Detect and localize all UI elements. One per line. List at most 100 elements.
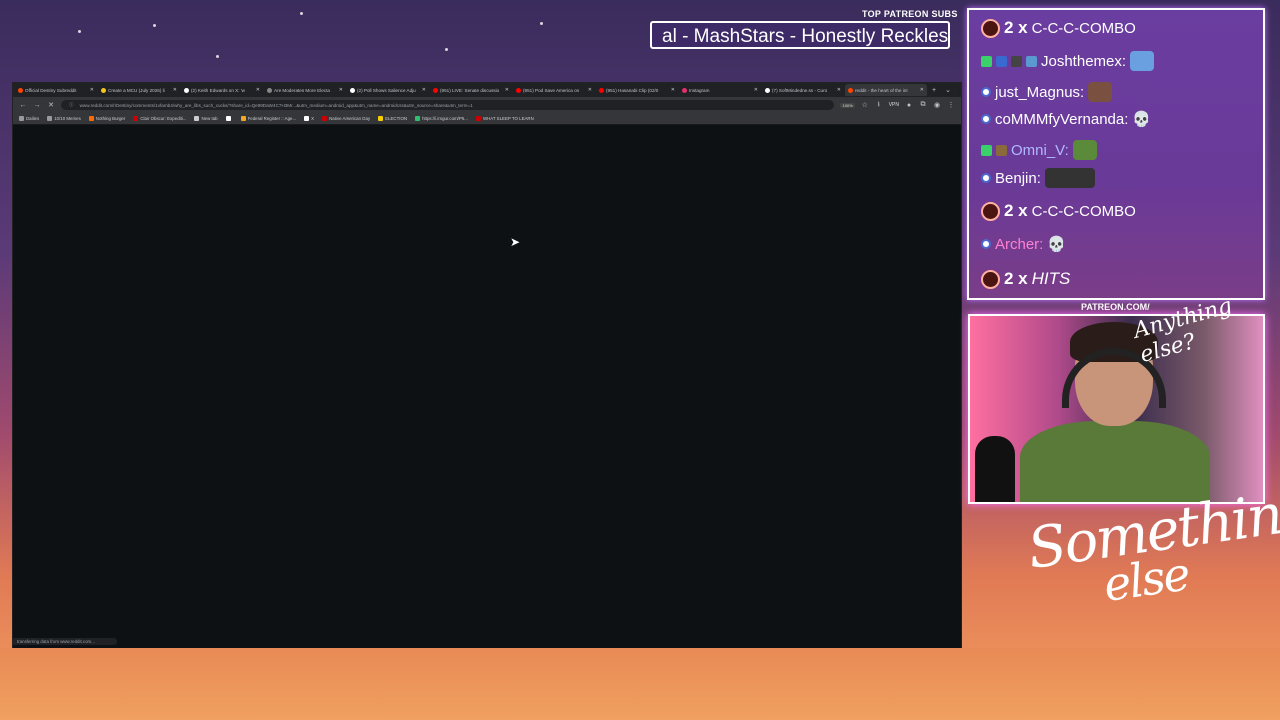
browser-tab[interactable]: (2) Poll Shows Salience Adju ✕	[347, 84, 429, 96]
extension-icon[interactable]: ●	[905, 102, 913, 109]
url-field[interactable]: ⓘ www.reddit.com/r/Destiny/comments/1vfa…	[61, 100, 835, 110]
browser-tab[interactable]: Are Moderates More Electa ✕	[264, 84, 346, 96]
subscriber-badge-icon	[981, 87, 991, 97]
chat-message: 2 x C-C-C-COMBO	[981, 201, 1136, 221]
tab-label: Instagram	[689, 87, 710, 93]
bookmark-item[interactable]: 10/10 Memes	[47, 116, 81, 121]
site-info-icon[interactable]: ⓘ	[69, 102, 74, 108]
close-tab-icon[interactable]: ✕	[837, 87, 841, 93]
bookmark-item[interactable]: Federal Register :: Age...	[240, 116, 296, 121]
patreon-subs-header: TOP PATREON SUBS	[862, 9, 958, 19]
bookmark-label: Clair Obscur: Expediti...	[140, 116, 187, 121]
kick-badge-icon	[981, 55, 992, 67]
chat-username: coMMMfyVernanda:	[995, 110, 1129, 128]
browser-tab[interactable]: Create a MCU (July 2026) li ✕	[98, 84, 180, 96]
tab-label: reddit - the heart of the int	[855, 87, 908, 93]
close-tab-icon[interactable]: ✕	[754, 87, 758, 93]
close-tab-icon[interactable]: ✕	[173, 87, 177, 93]
bookmark-label: New tab	[201, 116, 218, 121]
chat-username: Benjin:	[995, 169, 1041, 187]
gem-badge-icon	[1026, 55, 1037, 67]
close-tab-icon[interactable]: ✕	[90, 87, 94, 93]
combo-text: C-C-C-COMBO	[1031, 19, 1136, 37]
profile-icon[interactable]: ◉	[933, 101, 941, 109]
tab-favicon-icon	[267, 87, 272, 93]
menu-icon[interactable]: ⋮	[947, 101, 955, 109]
vpn-button[interactable]: VPN	[889, 102, 899, 108]
close-tab-icon[interactable]: ✕	[920, 87, 924, 93]
page-content: ➤ transferring data from www.reddit.com.…	[13, 125, 961, 648]
patreon-url-label: PATREON.COM/	[1081, 302, 1150, 312]
emote-icon	[1130, 51, 1155, 71]
download-icon[interactable]: ⭳	[875, 100, 883, 111]
bookmark-item[interactable]: X	[304, 116, 314, 121]
chat-username: just_Magnus:	[995, 83, 1085, 101]
bookmark-favicon-icon	[88, 116, 94, 121]
tab-label: (2) Keith Edwards on X: 'w	[191, 87, 245, 93]
bookmark-item[interactable]: https://i.imgur.com/P5...	[415, 116, 468, 121]
browser-tab[interactable]: (951) LIVE: Senate discussio ✕	[430, 84, 512, 96]
tab-label: Are Moderates More Electa	[274, 87, 330, 93]
bookmark-favicon-icon	[47, 116, 53, 121]
puzzle-icon[interactable]: ⧉	[919, 101, 927, 109]
close-tab-icon[interactable]: ✕	[671, 87, 675, 93]
browser-tab[interactable]: (951) Pod Save America on ✕	[513, 84, 595, 96]
tab-search-icon[interactable]: ⌄	[941, 86, 955, 94]
chat-message: 2 x HITS	[981, 269, 1070, 289]
stop-loading-icon[interactable]: ✕	[47, 101, 55, 109]
bookmark-item[interactable]: Native American Day	[322, 116, 370, 121]
kick-badge-icon	[981, 144, 992, 156]
subscriber-badge-icon	[981, 239, 991, 249]
close-tab-icon[interactable]: ✕	[588, 87, 592, 93]
close-tab-icon[interactable]: ✕	[339, 87, 343, 93]
new-tab-button[interactable]: +	[928, 87, 940, 94]
bookmark-item[interactable]: ELECTION	[378, 116, 407, 121]
bookmark-favicon-icon	[194, 116, 200, 121]
bookmark-item[interactable]: Clair Obscur: Expediti...	[133, 116, 186, 121]
chat-message: Benjin:	[981, 168, 1095, 188]
tab-strip: Official Destiny Subreddit ✕ Create a MC…	[13, 83, 961, 97]
star	[540, 22, 543, 25]
microphone-icon	[975, 436, 1015, 502]
tab-favicon-icon	[18, 87, 23, 93]
forward-icon[interactable]: →	[33, 102, 41, 109]
bookmark-item[interactable]: WHAT SLEEP TO LEARN	[475, 116, 534, 121]
bookmark-item[interactable]	[225, 116, 233, 121]
chat-message: Archer: 💀	[981, 235, 1066, 253]
browser-tab[interactable]: (2) Keith Edwards on X: 'w ✕	[181, 84, 263, 96]
tab-label: (951) LIVE: Senate discussio	[440, 87, 500, 93]
sub-badge-icon	[996, 55, 1007, 67]
bookmark-item[interactable]: New tab	[194, 116, 218, 121]
browser-tab[interactable]: Official Destiny Subreddit ✕	[15, 84, 97, 96]
chat-message: Omni_V:	[981, 140, 1097, 160]
game-badge-icon	[996, 144, 1007, 156]
mouse-cursor-icon: ➤	[510, 235, 521, 249]
browser-tab[interactable]: (951) Hasanabi Clip (02/0 ✕	[596, 84, 678, 96]
chat-message: 2 x C-C-C-COMBO	[981, 18, 1136, 38]
subscriber-badge-icon	[981, 173, 991, 183]
back-icon[interactable]: ←	[19, 102, 27, 109]
bookmark-item[interactable]: Nothing Burger	[88, 116, 125, 121]
zoom-badge[interactable]: 100%	[840, 102, 855, 108]
star	[300, 12, 303, 15]
close-tab-icon[interactable]: ✕	[505, 87, 509, 93]
tab-label: Create a MCU (July 2026) li	[108, 87, 165, 93]
bookmark-item[interactable]: Dailies	[19, 116, 39, 121]
tab-favicon-icon	[682, 87, 687, 93]
bookmarks-bar: Dailies 10/10 Memes Nothing Burger Clair…	[13, 113, 961, 125]
chat-username: Archer:	[995, 235, 1044, 253]
tab-favicon-icon	[184, 87, 189, 93]
tab-favicon-icon	[516, 87, 521, 93]
close-tab-icon[interactable]: ✕	[256, 87, 260, 93]
star	[445, 48, 448, 51]
browser-tab[interactable]: reddit - the heart of the int ✕	[845, 84, 927, 96]
close-tab-icon[interactable]: ✕	[422, 87, 426, 93]
bookmark-favicon-icon	[19, 116, 24, 121]
bookmark-favicon-icon	[304, 116, 310, 121]
chat-overlay: 2 x C-C-C-COMBO Joshthemex: just_Magnus:…	[967, 8, 1265, 300]
combo-text: C-C-C-COMBO	[1031, 202, 1136, 220]
game-badge-icon	[1011, 55, 1022, 67]
browser-tab[interactable]: (7) SoftMindedne.ss - Curo ✕	[762, 84, 844, 96]
browser-tab[interactable]: Instagram ✕	[679, 84, 761, 96]
bookmark-star-icon[interactable]: ☆	[861, 101, 869, 109]
